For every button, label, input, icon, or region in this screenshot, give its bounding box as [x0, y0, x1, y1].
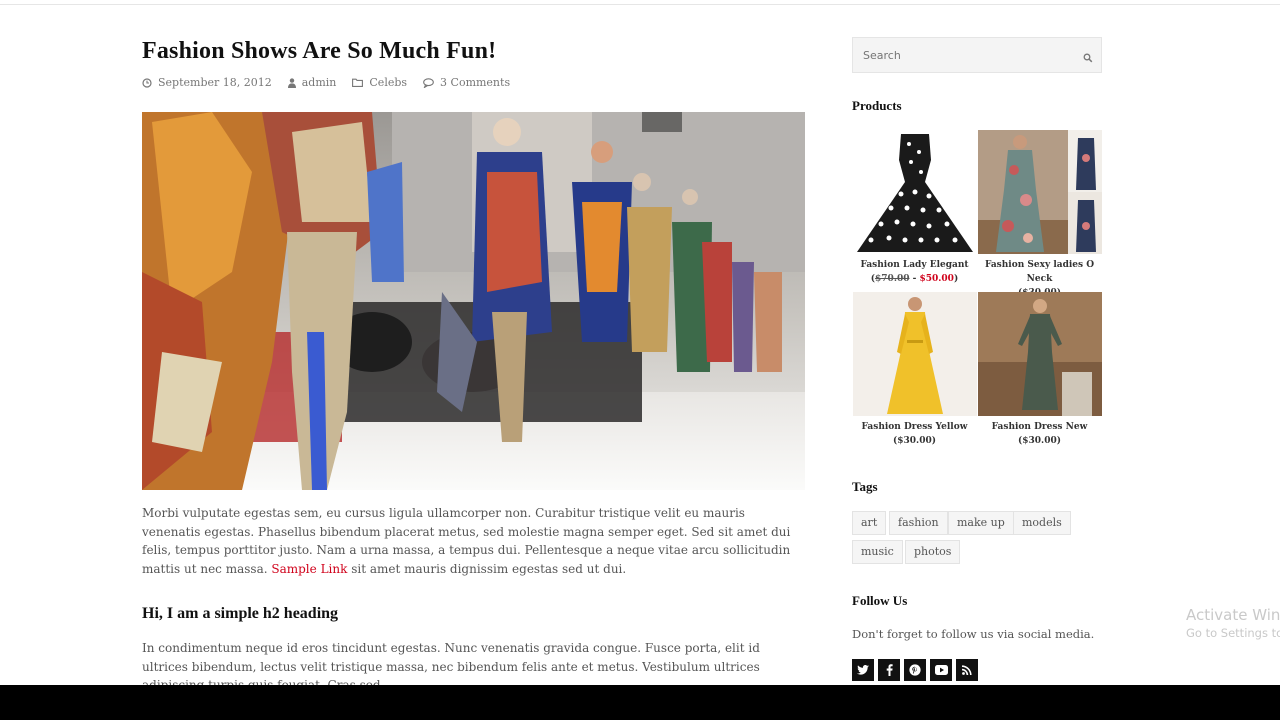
tag-art[interactable]: art [852, 511, 887, 535]
sample-link[interactable]: Sample Link [271, 562, 347, 576]
product-card[interactable]: Fashion Dress New ($30.00) [977, 292, 1102, 448]
activate-line-1: Activate Wind [1186, 606, 1280, 624]
activate-line-2: Go to Settings to [1186, 626, 1280, 640]
product-card[interactable]: Fashion Sexy ladies O Neck ($30.00) [977, 130, 1102, 300]
product-name[interactable]: Fashion Dress New [977, 420, 1102, 434]
meta-date[interactable]: September 18, 2012 [142, 76, 272, 89]
meta-author-text: admin [301, 76, 337, 89]
product-price: ($30.00) [893, 436, 936, 446]
fashion-runway-photo [142, 112, 805, 490]
meta-date-text: September 18, 2012 [158, 76, 272, 89]
social-links [852, 659, 982, 681]
clock-icon [142, 77, 152, 88]
post-title[interactable]: Fashion Shows Are So Much Fun! [142, 38, 496, 65]
post-meta: September 18, 2012 admin Celebs 3 Commen… [142, 76, 526, 89]
meta-category-text: Celebs [369, 76, 408, 89]
top-border [0, 0, 1280, 5]
product-price: ($30.00) [1018, 436, 1061, 446]
price-separator: - [909, 274, 920, 284]
search-icon[interactable] [1083, 48, 1093, 67]
product-card[interactable]: Fashion Lady Elegant ($70.00 - $50.00) [852, 130, 977, 286]
tag-music[interactable]: music [852, 540, 903, 564]
windows-activation-watermark: Activate Wind Go to Settings to [1186, 606, 1280, 640]
product-image[interactable] [977, 292, 1102, 416]
tags-widget-title: Tags [852, 479, 878, 494]
folder-icon [352, 78, 364, 87]
facebook-icon[interactable] [878, 659, 900, 681]
product-name[interactable]: Fashion Lady Elegant [852, 258, 977, 272]
tag-photos[interactable]: photos [905, 540, 961, 564]
post-paragraph-1: Morbi vulputate egestas sem, eu cursus l… [142, 504, 797, 578]
meta-comments[interactable]: 3 Comments [423, 76, 510, 89]
post-featured-image [142, 112, 805, 490]
product-price: ($70.00 - $50.00) [870, 274, 959, 284]
follow-text: Don't forget to follow us via social med… [852, 627, 1095, 641]
meta-comments-text: 3 Comments [440, 76, 511, 89]
product-image[interactable] [977, 130, 1102, 254]
product-old-price: $70.00 [875, 274, 910, 284]
product-sale-price: $50.00 [919, 274, 954, 284]
search-widget [852, 37, 1102, 73]
tag-fashion[interactable]: fashion [889, 511, 948, 535]
paragraph-text-end: sit amet mauris dignissim egestas sed ut… [351, 561, 627, 576]
follow-widget-title: Follow Us [852, 593, 908, 608]
user-icon [287, 77, 296, 88]
search-input[interactable] [853, 38, 1083, 72]
product-name[interactable]: Fashion Sexy ladies O Neck [977, 258, 1102, 286]
post-h2-heading: Hi, I am a simple h2 heading [142, 605, 339, 622]
product-image[interactable] [852, 292, 977, 416]
product-card[interactable]: Fashion Dress Yellow ($30.00) [852, 292, 977, 448]
product-name[interactable]: Fashion Dress Yellow [852, 420, 977, 434]
meta-category[interactable]: Celebs [352, 76, 407, 89]
products-widget-title: Products [852, 98, 902, 113]
twitter-icon[interactable] [852, 659, 874, 681]
rss-icon[interactable] [956, 659, 978, 681]
product-image[interactable] [852, 130, 977, 254]
youtube-icon[interactable] [930, 659, 952, 681]
pinterest-icon[interactable] [904, 659, 926, 681]
meta-author[interactable]: admin [287, 76, 337, 89]
tag-make-up[interactable]: make up [948, 511, 1014, 535]
tag-models[interactable]: models [1013, 511, 1071, 535]
taskbar [0, 685, 1280, 720]
comment-icon [423, 77, 434, 88]
